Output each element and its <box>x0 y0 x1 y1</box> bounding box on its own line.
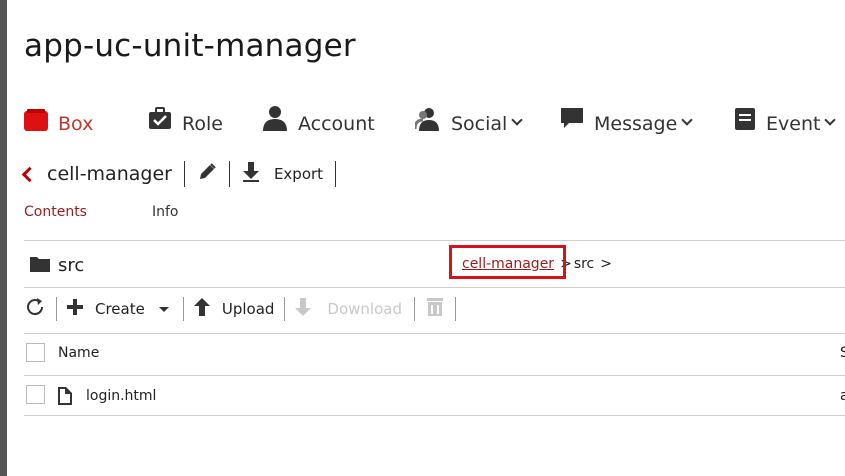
nav-label-message: Message <box>594 113 678 135</box>
select-all-checkbox[interactable] <box>26 343 45 362</box>
create-label: Create <box>95 300 145 318</box>
download-arrow-icon <box>295 298 312 320</box>
nav-item-social[interactable]: Social <box>413 100 524 136</box>
file-size: a <box>840 388 845 404</box>
divider <box>24 240 845 241</box>
divider <box>454 297 456 321</box>
nav-item-event[interactable]: Event <box>734 100 837 136</box>
file-name[interactable]: login.html <box>86 388 156 404</box>
back-icon[interactable] <box>21 166 38 183</box>
folder-header: src cell-manager > src > <box>24 245 845 280</box>
plus-icon <box>67 299 83 319</box>
role-icon <box>148 107 172 136</box>
upload-label: Upload <box>221 300 275 318</box>
divider <box>284 297 286 321</box>
export-button[interactable]: Export <box>242 162 323 186</box>
table-header: Name S <box>24 340 845 370</box>
nav-label-event: Event <box>766 113 821 135</box>
chevron-down-icon <box>824 114 837 126</box>
highlight-box <box>449 245 566 279</box>
download-button[interactable]: Download <box>295 298 402 320</box>
divider <box>228 161 230 187</box>
caret-down-icon <box>158 306 169 312</box>
divider <box>182 297 184 321</box>
file-icon <box>58 387 72 409</box>
file-toolbar: Create Upload Download <box>24 294 466 324</box>
divider <box>24 333 845 334</box>
nav-label-box: Box <box>58 113 94 135</box>
trash-icon[interactable] <box>425 298 445 320</box>
nav-label-account: Account <box>298 113 375 135</box>
divider <box>183 161 185 187</box>
upload-arrow-icon <box>193 298 210 320</box>
tab-contents[interactable]: Contents <box>24 204 87 220</box>
upload-button[interactable]: Upload <box>193 298 275 320</box>
table-row[interactable]: login.html a <box>24 380 845 412</box>
nav-label-social: Social <box>451 113 508 135</box>
column-header-size[interactable]: S <box>840 345 845 361</box>
create-button[interactable]: Create <box>67 299 169 319</box>
social-icon <box>413 107 441 136</box>
nav-item-account[interactable]: Account <box>262 100 375 136</box>
box-icon <box>24 109 48 136</box>
window-edge <box>0 0 7 476</box>
export-label: Export <box>273 165 324 183</box>
tab-info[interactable]: Info <box>152 204 179 220</box>
folder-icon <box>30 255 50 276</box>
divider <box>413 297 415 321</box>
folder-name: src <box>58 255 85 276</box>
person-icon <box>262 105 288 136</box>
download-arrow-icon <box>242 162 260 186</box>
message-icon <box>560 107 584 136</box>
nav-label-role: Role <box>182 113 223 135</box>
chevron-down-icon <box>511 114 524 126</box>
event-icon <box>734 107 756 136</box>
app-title: app-uc-unit-manager <box>24 28 356 64</box>
row-checkbox[interactable] <box>26 385 45 404</box>
divider <box>24 415 845 416</box>
breadcrumb-separator: > <box>600 256 612 272</box>
refresh-icon[interactable] <box>24 296 46 322</box>
divider <box>24 375 845 376</box>
cell-bar: cell-manager Export <box>21 158 348 190</box>
nav-item-role[interactable]: Role <box>148 100 223 136</box>
divider <box>335 161 337 187</box>
main-nav: Box Role Account Social Message Event <box>0 100 845 140</box>
chevron-down-icon <box>681 114 693 126</box>
edit-icon[interactable] <box>197 162 217 186</box>
divider <box>24 287 845 288</box>
divider <box>56 297 57 321</box>
download-label: Download <box>327 300 402 318</box>
cell-name: cell-manager <box>47 163 172 185</box>
breadcrumb-current[interactable]: src <box>574 256 594 272</box>
nav-item-message[interactable]: Message <box>560 100 693 136</box>
nav-item-box[interactable]: Box <box>24 100 93 136</box>
column-header-name[interactable]: Name <box>58 345 99 361</box>
